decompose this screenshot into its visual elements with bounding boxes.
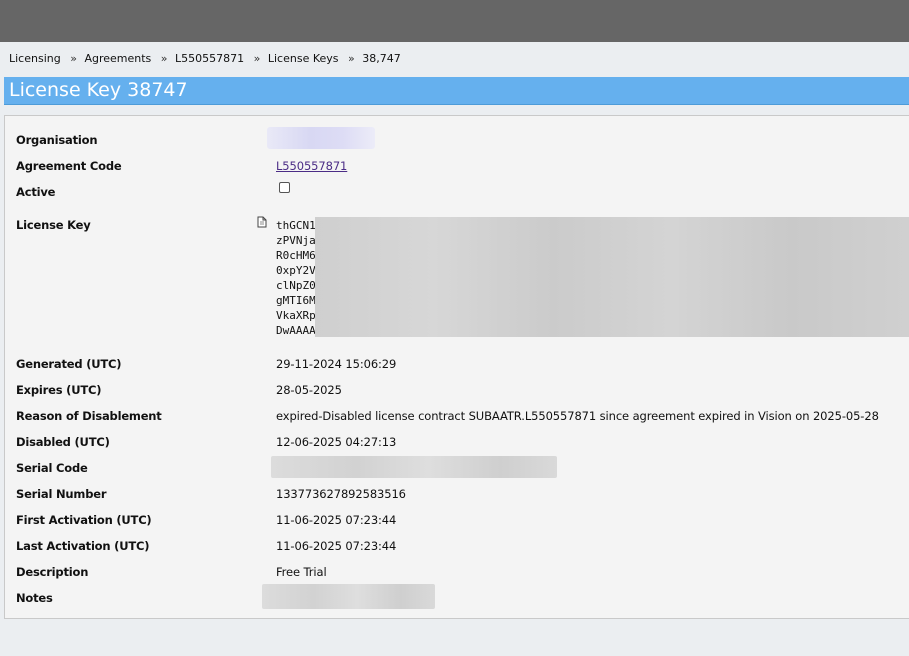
- description-value: Free Trial: [276, 565, 327, 579]
- page-title: License Key 38747: [9, 79, 188, 101]
- serial-number-label: Serial Number: [16, 487, 107, 501]
- breadcrumb-separator: »: [253, 52, 261, 65]
- license-key-line: zPVNja: [276, 234, 316, 247]
- license-key-line: 0xpY2V: [276, 264, 316, 277]
- breadcrumb-license-keys[interactable]: License Keys: [268, 52, 339, 65]
- breadcrumb-current: 38,747: [362, 52, 401, 65]
- active-checkbox[interactable]: [279, 182, 290, 193]
- first-activation-label: First Activation (UTC): [16, 513, 152, 527]
- license-key-line: gMTI6M: [276, 294, 316, 307]
- serial-code-label: Serial Code: [16, 461, 88, 475]
- generated-label: Generated (UTC): [16, 357, 122, 371]
- agreement-code-link[interactable]: L550557871: [276, 159, 347, 173]
- top-navigation-bar: [0, 0, 909, 42]
- copy-icon[interactable]: [257, 216, 267, 228]
- agreement-code-label: Agreement Code: [16, 159, 122, 173]
- serial-code-redacted: [271, 456, 557, 478]
- title-bar: License Key 38747: [4, 77, 909, 105]
- disabled-label: Disabled (UTC): [16, 435, 110, 449]
- license-key-details-panel: Organisation Agreement Code L550557871 A…: [4, 115, 909, 619]
- expires-label: Expires (UTC): [16, 383, 102, 397]
- description-label: Description: [16, 565, 89, 579]
- disabled-value: 12-06-2025 04:27:13: [276, 435, 397, 449]
- organisation-value-redacted: [267, 127, 375, 149]
- breadcrumb-agreement[interactable]: L550557871: [175, 52, 244, 65]
- last-activation-value: 11-06-2025 07:23:44: [276, 539, 397, 553]
- serial-number-value: 133773627892583516: [276, 487, 406, 501]
- reason-disablement-label: Reason of Disablement: [16, 409, 162, 423]
- generated-value: 29-11-2024 15:06:29: [276, 357, 397, 371]
- license-key-redacted: [315, 217, 909, 337]
- license-key-line: VkaXRp: [276, 309, 316, 322]
- notes-redacted: [262, 584, 435, 609]
- organisation-label: Organisation: [16, 133, 98, 147]
- breadcrumb-separator: »: [348, 52, 355, 65]
- reason-disablement-value: expired-Disabled license contract SUBAAT…: [276, 409, 879, 423]
- license-key-line: DwAAAA: [276, 324, 316, 337]
- expires-value: 28-05-2025: [276, 383, 342, 397]
- breadcrumb-agreements[interactable]: Agreements: [84, 52, 151, 65]
- breadcrumb-separator: »: [70, 52, 77, 65]
- license-key-label: License Key: [16, 218, 91, 232]
- license-key-line: R0cHM6: [276, 249, 316, 262]
- license-key-line: thGCN1: [276, 219, 316, 232]
- breadcrumb: Licensing » Agreements » L550557871 » Li…: [9, 52, 401, 65]
- breadcrumb-separator: »: [160, 52, 168, 65]
- breadcrumb-licensing[interactable]: Licensing: [9, 52, 61, 65]
- license-key-line: clNpZ0: [276, 279, 316, 292]
- active-label: Active: [16, 185, 56, 199]
- license-key-value: thGCN1 zPVNja R0cHM6 0xpY2V clNpZ0 gMTI6…: [276, 218, 316, 338]
- last-activation-label: Last Activation (UTC): [16, 539, 150, 553]
- notes-label: Notes: [16, 591, 53, 605]
- first-activation-value: 11-06-2025 07:23:44: [276, 513, 397, 527]
